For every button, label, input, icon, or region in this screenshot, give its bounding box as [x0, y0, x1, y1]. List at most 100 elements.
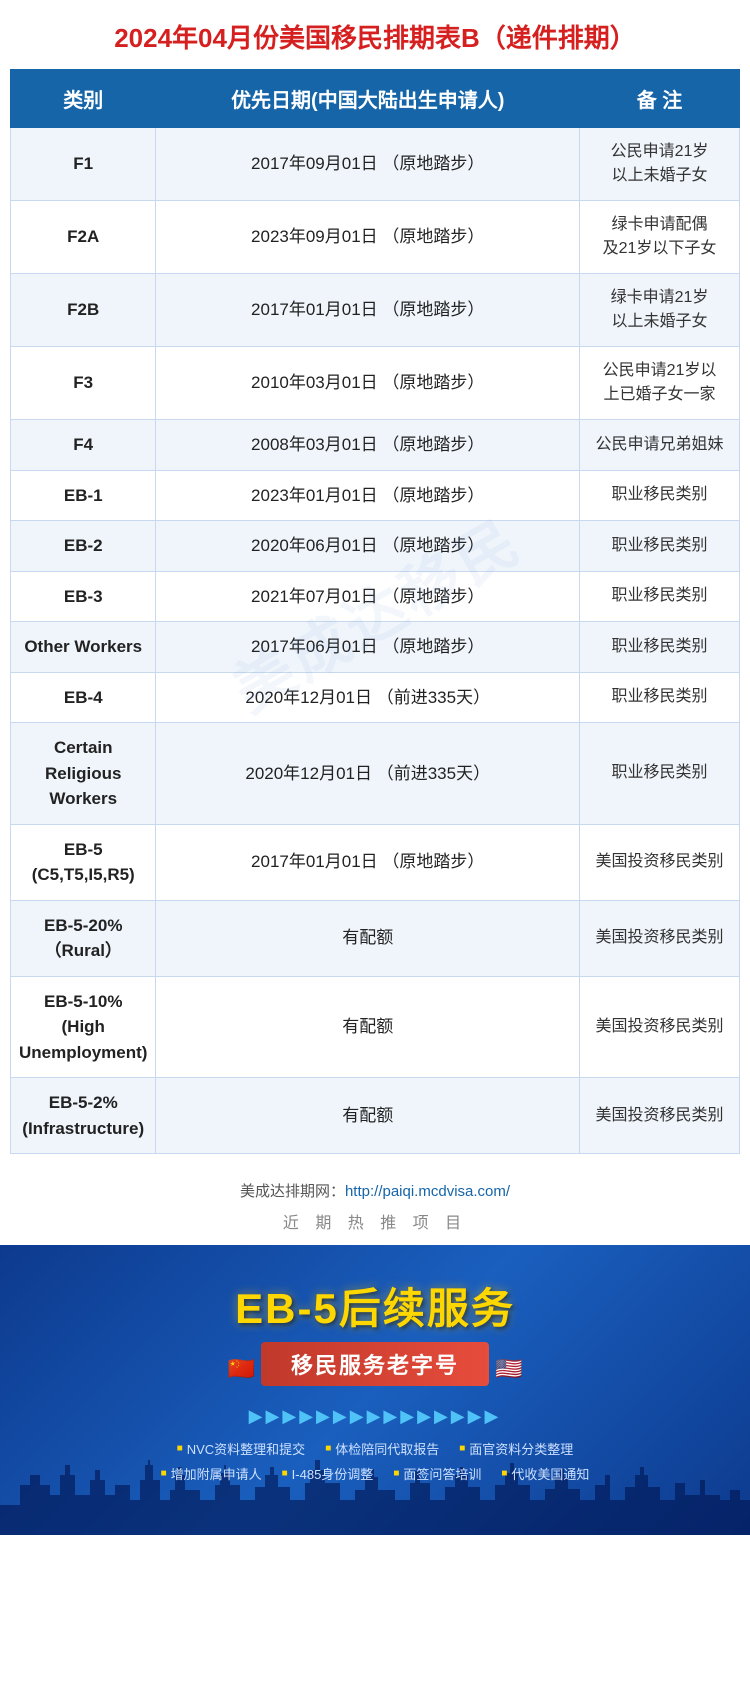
main-table: 类别 优先日期(中国大陆出生申请人) 备 注 F12017年09月01日 （原地…: [10, 69, 740, 1154]
service-item-2: ■ 体检陪同代取报告: [325, 1439, 439, 1458]
cell-priority-date: 2017年01月01日 （原地踏步）: [156, 274, 580, 347]
cell-category: EB-1: [11, 470, 156, 521]
cell-note: 职业移民类别: [580, 622, 740, 673]
cell-note: 公民申请兄弟姐妹: [580, 420, 740, 471]
cell-note: 绿卡申请21岁 以上未婚子女: [580, 274, 740, 347]
table-row: EB-5-2% (Infrastructure)有配额美国投资移民类别: [11, 1078, 740, 1154]
table-row: F2A2023年09月01日 （原地踏步）绿卡申请配偶 及21岁以下子女: [11, 201, 740, 274]
footer-hot: 近 期 热 推 项 目: [0, 1209, 750, 1245]
cell-category: EB-2: [11, 521, 156, 572]
website-url[interactable]: http://paiqi.mcdvisa.com/: [345, 1183, 510, 1200]
cell-priority-date: 2010年03月01日 （原地踏步）: [156, 347, 580, 420]
cell-priority-date: 有配额: [156, 1078, 580, 1154]
cell-priority-date: 有配额: [156, 900, 580, 976]
table-body: F12017年09月01日 （原地踏步）公民申请21岁 以上未婚子女F2A202…: [11, 128, 740, 1154]
cell-priority-date: 2020年12月01日 （前进335天）: [156, 672, 580, 723]
cell-category: EB-4: [11, 672, 156, 723]
cell-category: Certain Religious Workers: [11, 723, 156, 825]
cell-category: Other Workers: [11, 622, 156, 673]
cell-category: F2A: [11, 201, 156, 274]
table-row: F32010年03月01日 （原地踏步）公民申请21岁以 上已婚子女一家: [11, 347, 740, 420]
service-dot-3: ■: [459, 1443, 465, 1454]
cell-note: 美国投资移民类别: [580, 976, 740, 1078]
service-dot-4: ■: [161, 1468, 167, 1479]
cell-priority-date: 2017年06月01日 （原地踏步）: [156, 622, 580, 673]
service-item-5: ■ I-485身份调整: [282, 1464, 374, 1483]
cell-priority-date: 有配额: [156, 976, 580, 1078]
table-header-row: 类别 优先日期(中国大陆出生申请人) 备 注: [11, 70, 740, 128]
service-label-7: 代收美国通知: [511, 1464, 589, 1483]
cell-priority-date: 2017年01月01日 （原地踏步）: [156, 824, 580, 900]
cell-category: F1: [11, 128, 156, 201]
page-title: 2024年04月份美国移民排期表B（递件排期）: [10, 18, 740, 55]
website-label: 美成达排期网：: [240, 1183, 345, 1200]
service-dot-5: ■: [282, 1468, 288, 1479]
service-label-4: 增加附属申请人: [171, 1464, 262, 1483]
cell-note: 公民申请21岁以 上已婚子女一家: [580, 347, 740, 420]
cell-category: EB-5-20% （Rural）: [11, 900, 156, 976]
table-section: 美成达移民 类别 优先日期(中国大陆出生申请人) 备 注 F12017年09月0…: [0, 69, 750, 1164]
banner-subtitle: 移民服务老字号: [261, 1342, 489, 1386]
service-item-3: ■ 面官资料分类整理: [459, 1439, 573, 1458]
service-item-4: ■ 增加附属申请人: [161, 1464, 262, 1483]
service-dot-7: ■: [501, 1468, 507, 1479]
service-label-1: NVC资料整理和提交: [187, 1439, 305, 1458]
service-label-6: 面签问答培训: [403, 1464, 481, 1483]
cell-category: F2B: [11, 274, 156, 347]
col-header-priority: 优先日期(中国大陆出生申请人): [156, 70, 580, 128]
cell-category: EB-5-10% (High Unemployment): [11, 976, 156, 1078]
table-row: EB-5-10% (High Unemployment)有配额美国投资移民类别: [11, 976, 740, 1078]
col-header-category: 类别: [11, 70, 156, 128]
cell-note: 绿卡申请配偶 及21岁以下子女: [580, 201, 740, 274]
banner-flag-bar: 🇨🇳 移民服务老字号 🇺🇸: [20, 1342, 730, 1396]
table-row: EB-12023年01月01日 （原地踏步）职业移民类别: [11, 470, 740, 521]
service-dot-1: ■: [177, 1443, 183, 1454]
table-row: EB-32021年07月01日 （原地踏步）职业移民类别: [11, 571, 740, 622]
cell-category: EB-5 (C5,T5,I5,R5): [11, 824, 156, 900]
table-row: EB-5-20% （Rural）有配额美国投资移民类别: [11, 900, 740, 976]
cell-priority-date: 2020年06月01日 （原地踏步）: [156, 521, 580, 572]
cell-priority-date: 2023年01月01日 （原地踏步）: [156, 470, 580, 521]
cell-priority-date: 2008年03月01日 （原地踏步）: [156, 420, 580, 471]
cell-note: 职业移民类别: [580, 470, 740, 521]
table-row: F12017年09月01日 （原地踏步）公民申请21岁 以上未婚子女: [11, 128, 740, 201]
cell-note: 职业移民类别: [580, 723, 740, 825]
table-row: F42008年03月01日 （原地踏步）公民申请兄弟姐妹: [11, 420, 740, 471]
table-row: Certain Religious Workers2020年12月01日 （前进…: [11, 723, 740, 825]
table-row: EB-22020年06月01日 （原地踏步）职业移民类别: [11, 521, 740, 572]
table-row: F2B2017年01月01日 （原地踏步）绿卡申请21岁 以上未婚子女: [11, 274, 740, 347]
cell-category: F4: [11, 420, 156, 471]
cell-note: 职业移民类别: [580, 521, 740, 572]
cell-note: 职业移民类别: [580, 672, 740, 723]
banner-arrows: ▶▶▶▶▶▶▶▶▶▶▶▶▶▶▶: [20, 1406, 730, 1427]
table-row: EB-42020年12月01日 （前进335天）职业移民类别: [11, 672, 740, 723]
banner-main-title: EB-5后续服务: [20, 1275, 730, 1336]
service-label-2: 体检陪同代取报告: [335, 1439, 439, 1458]
flag-icon-left: 🇨🇳: [228, 1356, 255, 1382]
cell-priority-date: 2020年12月01日 （前进335天）: [156, 723, 580, 825]
service-dot-6: ■: [393, 1468, 399, 1479]
cell-note: 公民申请21岁 以上未婚子女: [580, 128, 740, 201]
footer-info: 美成达排期网：http://paiqi.mcdvisa.com/: [0, 1164, 750, 1209]
service-dot-2: ■: [325, 1443, 331, 1454]
table-row: Other Workers2017年06月01日 （原地踏步）职业移民类别: [11, 622, 740, 673]
cell-category: F3: [11, 347, 156, 420]
cell-category: EB-5-2% (Infrastructure): [11, 1078, 156, 1154]
service-item-6: ■ 面签问答培训: [393, 1464, 481, 1483]
cell-note: 美国投资移民类别: [580, 1078, 740, 1154]
table-row: EB-5 (C5,T5,I5,R5)2017年01月01日 （原地踏步）美国投资…: [11, 824, 740, 900]
col-header-note: 备 注: [580, 70, 740, 128]
banner-services-row-2: ■ 增加附属申请人 ■ I-485身份调整 ■ 面签问答培训 ■ 代收美国通知: [20, 1464, 730, 1483]
cell-note: 美国投资移民类别: [580, 900, 740, 976]
service-label-5: I-485身份调整: [292, 1464, 374, 1483]
cell-category: EB-3: [11, 571, 156, 622]
banner-services-row: ■ NVC资料整理和提交 ■ 体检陪同代取报告 ■ 面官资料分类整理: [20, 1439, 730, 1458]
page-header: 2024年04月份美国移民排期表B（递件排期）: [0, 0, 750, 69]
table-container: 美成达移民 类别 优先日期(中国大陆出生申请人) 备 注 F12017年09月0…: [10, 69, 740, 1154]
service-label-3: 面官资料分类整理: [469, 1439, 573, 1458]
service-item-1: ■ NVC资料整理和提交: [177, 1439, 306, 1458]
cell-priority-date: 2023年09月01日 （原地踏步）: [156, 201, 580, 274]
cell-priority-date: 2017年09月01日 （原地踏步）: [156, 128, 580, 201]
flag-icon-right: 🇺🇸: [495, 1356, 522, 1382]
service-item-7: ■ 代收美国通知: [501, 1464, 589, 1483]
